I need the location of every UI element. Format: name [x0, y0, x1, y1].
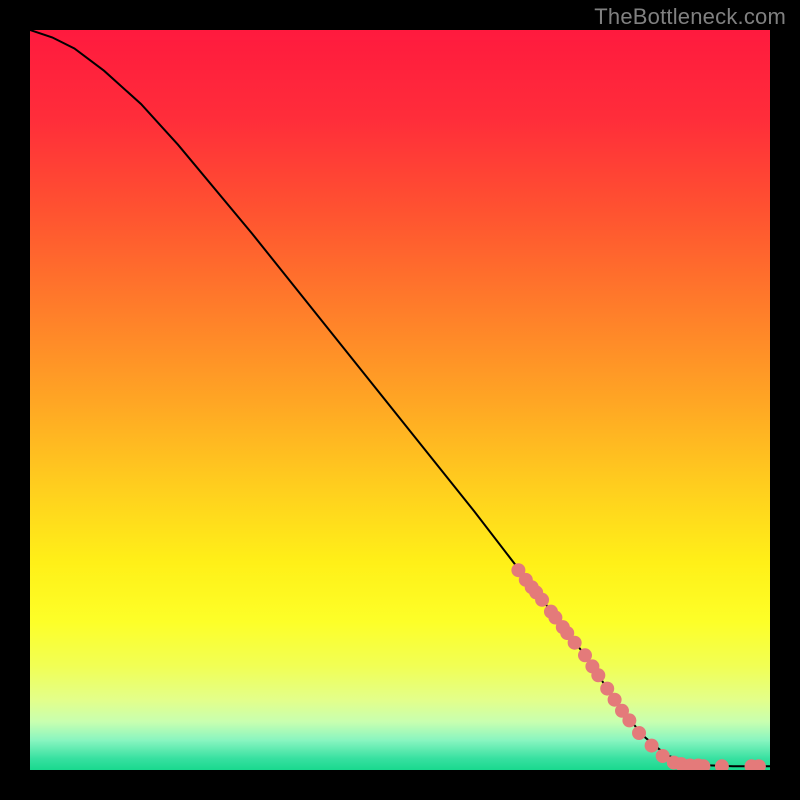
scatter-points: [511, 563, 766, 770]
data-point: [568, 636, 582, 650]
plot-area: [30, 30, 770, 770]
chart-frame: TheBottleneck.com: [0, 0, 800, 800]
data-point: [535, 593, 549, 607]
scatter-layer: [30, 30, 770, 770]
data-point: [591, 668, 605, 682]
data-point: [645, 739, 659, 753]
data-point: [632, 726, 646, 740]
data-point: [622, 713, 636, 727]
watermark-text: TheBottleneck.com: [594, 4, 786, 30]
data-point: [715, 759, 729, 770]
